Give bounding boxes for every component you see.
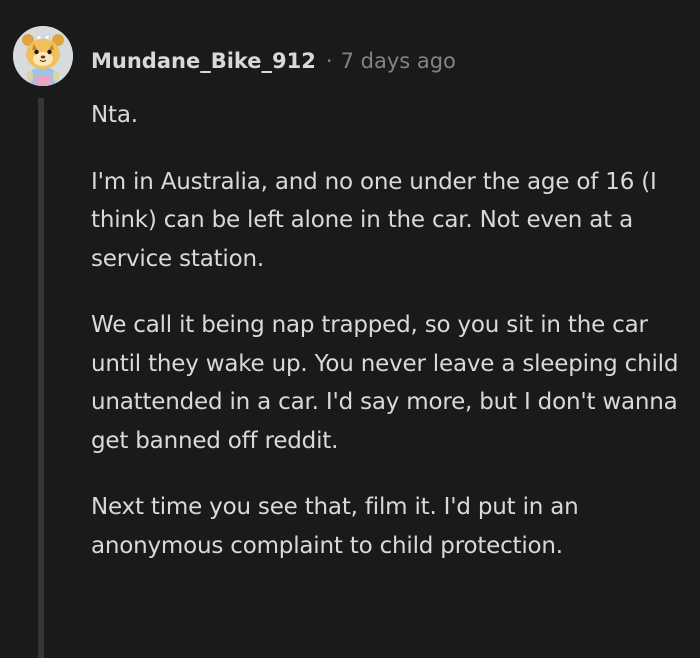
comment-paragraph: I'm in Australia, and no one under the a… — [91, 168, 657, 272]
comment-meta: Mundane_Bike_912 · 7 days ago — [91, 44, 456, 78]
comment-paragraph: We call it being nap trapped, so you sit… — [91, 312, 679, 454]
comment-paragraph: Nta. — [91, 102, 138, 128]
comment-body: Nta. I'm in Australia, and no one under … — [91, 96, 681, 593]
username-link[interactable]: Mundane_Bike_912 — [91, 49, 316, 73]
comment-timestamp[interactable]: 7 days ago — [341, 49, 456, 73]
comment-paragraph: Next time you see that, film it. I'd put… — [91, 494, 579, 559]
snoo-avatar-icon[interactable] — [13, 26, 73, 86]
meta-separator: · — [325, 49, 333, 73]
avatar-graphic — [13, 26, 73, 86]
thread-collapse-line[interactable] — [38, 98, 44, 658]
comment: Mundane_Bike_912 · 7 days ago Nta. I'm i… — [0, 0, 700, 658]
